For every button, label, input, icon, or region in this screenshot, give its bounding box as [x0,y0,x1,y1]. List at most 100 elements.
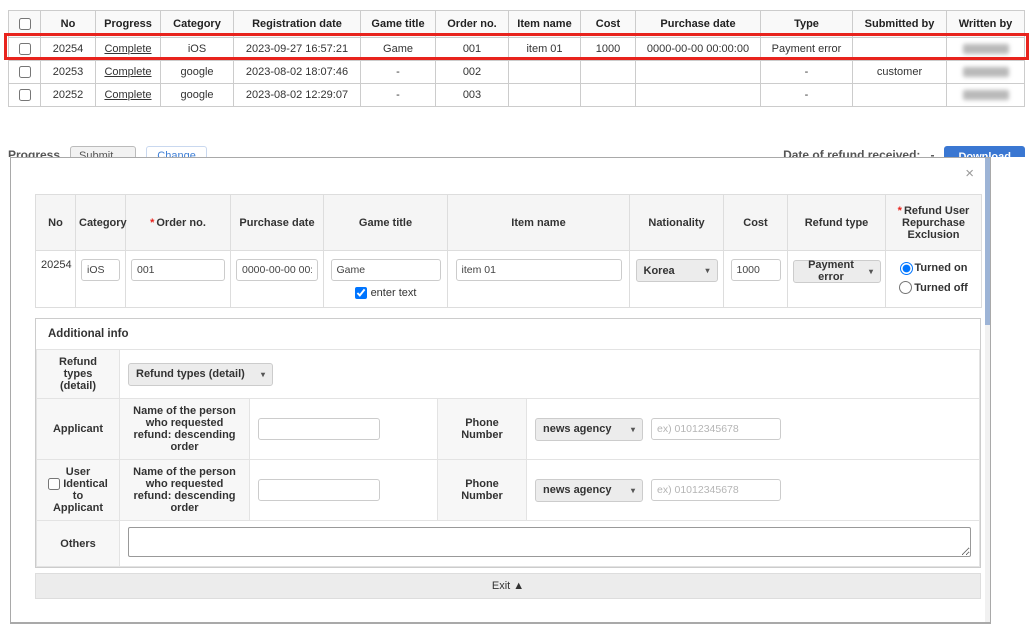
cell-cost [581,61,636,84]
refund-type-dropdown[interactable]: Payment error ▾ [793,260,881,283]
additional-info-title: Additional info [36,319,980,349]
form-col-refund-type: Refund type [788,195,886,251]
cell-order-no: 002 [436,61,509,84]
form-col-nationality: Nationality [630,195,724,251]
refund-types-row: Refund types (detail) Refund types (deta… [37,350,980,399]
progress-link[interactable]: Complete [104,43,151,55]
user-phone-input[interactable] [651,479,781,501]
form-col-refund-exclusion: *Refund User Repurchase Exclusion [886,195,982,251]
select-all-header [9,11,41,38]
form-col-order-no: *Order no. [126,195,231,251]
turned-on-radio[interactable] [900,262,913,275]
change-button[interactable]: Change [146,146,207,157]
form-col-no: No [36,195,76,251]
table-row[interactable]: 20252 Complete google 2023-08-02 12:29:0… [9,84,1025,107]
chevron-down-icon: ▾ [261,370,265,379]
cell-submitted-by [853,84,947,107]
refund-form-table: No Category *Order no. Purchase date Gam… [35,194,982,308]
refund-types-dropdown[interactable]: Refund types (detail) ▾ [128,363,273,386]
row-checkbox[interactable] [19,89,31,101]
cost-input[interactable] [731,259,781,281]
cell-no: 20252 [41,84,96,107]
cell-item-name [509,61,581,84]
form-no-value: 20254 [36,251,76,308]
progress-link[interactable]: Complete [104,66,151,78]
nationality-dropdown[interactable]: Korea ▾ [636,259,718,282]
cell-game-title: - [361,84,436,107]
table-header-row: No Progress Category Registration date G… [9,11,1025,38]
cell-game-title: Game [361,38,436,61]
col-type: Type [761,11,853,38]
others-textarea[interactable] [128,527,971,557]
cell-no: 20253 [41,61,96,84]
download-button[interactable]: Download [944,146,1025,157]
user-name-input[interactable] [258,479,380,501]
progress-select[interactable]: Submit [70,146,136,157]
cell-category: iOS [161,38,234,61]
refund-exclusion-group: Turned on Turned off [886,251,982,308]
table-row[interactable]: 20253 Complete google 2023-08-02 18:07:4… [9,61,1025,84]
cell-category: google [161,84,234,107]
turned-off-label: Turned off [914,282,968,294]
required-mark: * [150,217,154,229]
cell-cost: 1000 [581,38,636,61]
scrollbar-thumb[interactable] [985,158,990,325]
refund-detail-modal: × No Category *Order no. Purchase date G… [10,157,991,624]
col-submitted-by: Submitted by [853,11,947,38]
table-row[interactable]: 20254 Complete iOS 2023-09-27 16:57:21 G… [9,38,1025,61]
user-carrier-dropdown[interactable]: news agency ▾ [535,479,643,502]
cell-type: Payment error [761,38,853,61]
additional-info-section: Additional info Refund types (detail) Re… [35,318,981,568]
cell-order-no: 003 [436,84,509,107]
cell-type: - [761,84,853,107]
additional-info-table: Refund types (detail) Refund types (deta… [36,349,980,567]
enter-text-checkbox[interactable] [355,287,367,299]
others-label: Others [37,521,120,567]
form-col-game-title: Game title [324,195,448,251]
cell-no: 20254 [41,38,96,61]
turned-off-radio[interactable] [899,281,912,294]
select-all-checkbox[interactable] [19,18,31,30]
applicant-name-label: Name of the person who requested refund:… [120,399,250,460]
applicant-label: Applicant [37,399,120,460]
cell-order-no: 001 [436,38,509,61]
purchase-date-input[interactable] [236,259,318,281]
item-name-input[interactable] [456,259,622,281]
row-checkbox[interactable] [19,66,31,78]
redacted-text [963,67,1009,77]
close-icon[interactable]: × [965,166,974,181]
user-identical-checkbox[interactable] [48,478,60,490]
form-header-row: No Category *Order no. Purchase date Gam… [36,195,982,251]
form-value-row: 20254 enter text Korea ▾ [36,251,982,308]
redacted-text [963,90,1009,100]
enter-text-label: enter text [371,287,417,299]
cell-category: google [161,61,234,84]
category-input[interactable] [81,259,120,281]
cell-game-title: - [361,61,436,84]
form-col-purchase-date: Purchase date [231,195,324,251]
col-game-title: Game title [361,11,436,38]
modal-scrollbar[interactable] [985,158,990,622]
redacted-text [963,44,1009,54]
applicant-carrier-dropdown[interactable]: news agency ▾ [535,418,643,441]
order-no-input[interactable] [131,259,225,281]
refund-types-label: Refund types (detail) [37,350,120,399]
user-name-label: Name of the person who requested refund:… [120,460,250,521]
exit-collapse-bar[interactable]: Exit ▲ [35,573,981,599]
chevron-down-icon: ▾ [631,425,635,434]
col-category: Category [161,11,234,38]
col-progress: Progress [96,11,161,38]
form-col-cost: Cost [724,195,788,251]
col-purchase-date: Purchase date [636,11,761,38]
progress-link[interactable]: Complete [104,89,151,101]
others-row: Others [37,521,980,567]
applicant-phone-input[interactable] [651,418,781,440]
row-checkbox[interactable] [19,43,31,55]
required-mark: * [898,205,902,217]
applicant-phone-label: Phone Number [438,399,527,460]
applicant-name-input[interactable] [258,418,380,440]
cell-purchase-date [636,61,761,84]
game-title-input[interactable] [331,259,441,281]
refund-received-value: - [930,146,934,157]
cell-purchase-date [636,84,761,107]
